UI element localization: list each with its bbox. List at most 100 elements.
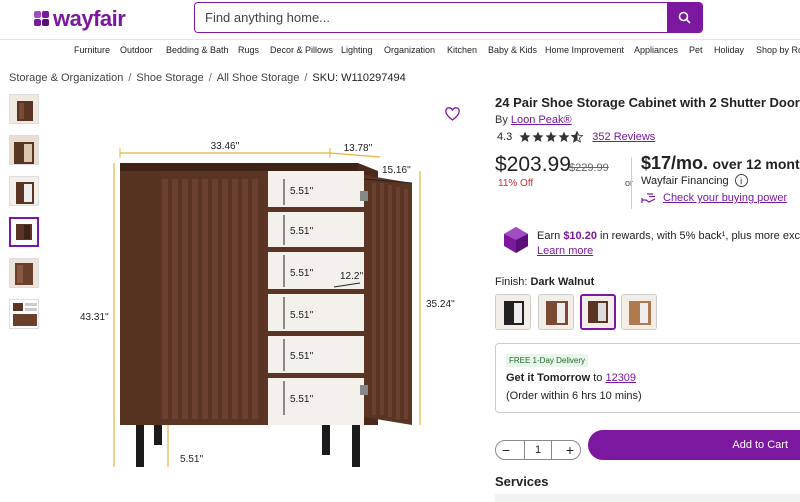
- services-panel: [495, 494, 800, 502]
- quantity-stepper: − 1 +: [495, 440, 581, 460]
- finish-swatch-black[interactable]: [495, 294, 531, 330]
- finish-swatch-rustic-brown[interactable]: [538, 294, 574, 330]
- free-delivery-badge: FREE 1-Day Delivery: [506, 354, 589, 367]
- star-half-icon: [571, 131, 584, 143]
- thumbnail-6[interactable]: [9, 299, 39, 329]
- financing-row: Wayfair Financing i: [641, 174, 748, 187]
- dim-width-label: 33.46'': [211, 141, 240, 152]
- search-input[interactable]: [195, 3, 667, 32]
- star-rating: [519, 131, 584, 143]
- monthly-amount: $17/mo.: [641, 153, 709, 173]
- finish-swatch-oak[interactable]: [621, 294, 657, 330]
- delivery-box: FREE 1-Day Delivery Get it Tomorrow to 1…: [495, 343, 800, 413]
- earn-amount: $10.20: [563, 230, 597, 242]
- decrement-button[interactable]: −: [502, 443, 510, 457]
- order-within: (Order within 6 hrs 10 mins): [506, 390, 642, 402]
- earn-suffix: in rewards, with 5% back¹, plus more exc…: [600, 230, 800, 242]
- earn-prefix: Earn: [537, 230, 561, 242]
- dim-shelf-6: 5.51'': [290, 394, 313, 405]
- finish-label: Finish:: [495, 276, 528, 288]
- increment-button[interactable]: +: [566, 443, 574, 457]
- breadcrumb-separator: /: [128, 72, 132, 84]
- nav-item-home-improvement[interactable]: Home Improvement: [545, 45, 624, 55]
- quantity-value[interactable]: 1: [524, 440, 552, 460]
- breadcrumb-separator: /: [304, 72, 308, 84]
- was-price: $229.99: [569, 162, 609, 174]
- favorite-heart-icon[interactable]: [445, 107, 460, 121]
- dim-shelf-5: 5.51'': [290, 351, 313, 362]
- brand-link[interactable]: Loon Peak®: [511, 114, 572, 126]
- by-label: By: [495, 114, 508, 126]
- nav-item-lighting[interactable]: Lighting: [341, 45, 373, 55]
- thumbnail-5[interactable]: [9, 258, 39, 288]
- star-icon: [558, 131, 570, 142]
- breadcrumb-link[interactable]: All Shoe Storage: [217, 72, 300, 84]
- get-it-label: Get it Tomorrow: [506, 372, 591, 384]
- finish-swatch-dark-walnut-selected[interactable]: [580, 294, 616, 330]
- search-icon: [678, 11, 691, 24]
- site-header: wayfair: [0, 0, 800, 40]
- search-button[interactable]: [667, 3, 702, 32]
- discount-badge: 11% Off: [498, 178, 534, 189]
- nav-item-shop-by-room[interactable]: Shop by Ro: [756, 45, 800, 55]
- zip-code-link[interactable]: 12309: [605, 372, 636, 384]
- wayfair-logo[interactable]: wayfair: [34, 6, 126, 32]
- rewards-text: Earn $10.20 in rewards, with 5% back¹, p…: [537, 230, 800, 242]
- product-main-image: 33.46'' 13.78'' 5.51'' 5.51'' 5.51'' 5.5…: [80, 141, 455, 467]
- finish-value: Dark Walnut: [530, 276, 595, 288]
- services-heading: Services: [495, 474, 549, 489]
- nav-item-appliances[interactable]: Appliances: [634, 45, 678, 55]
- breadcrumb: Storage & Organization / Shoe Storage / All …: [9, 72, 406, 84]
- breadcrumb-link[interactable]: Storage & Organization: [9, 72, 123, 84]
- nav-item-kitchen[interactable]: Kitchen: [447, 45, 477, 55]
- learn-more-link[interactable]: Learn more: [537, 245, 593, 257]
- dim-shelf-2: 5.51'': [290, 226, 313, 237]
- monthly-price: $17/mo. over 12 months or: [641, 153, 800, 174]
- dim-total-height: 43.31'': [80, 312, 109, 323]
- to-label: to: [593, 372, 603, 384]
- nav-item-outdoor[interactable]: Outdoor: [120, 45, 153, 55]
- thumbnail-4-selected[interactable]: [9, 217, 39, 247]
- star-icon: [532, 131, 544, 142]
- star-icon: [519, 131, 531, 142]
- nav-item-rugs[interactable]: Rugs: [238, 45, 259, 55]
- nav-item-holiday[interactable]: Holiday: [714, 45, 744, 55]
- sale-price: $203.99: [495, 153, 571, 176]
- delivery-date: Get it Tomorrow to 12309: [506, 372, 636, 384]
- price-divider: [631, 157, 632, 209]
- nav-item-organization[interactable]: Organization: [384, 45, 435, 55]
- sku-label: SKU: W110297494: [312, 72, 406, 84]
- search-bar: [194, 2, 703, 33]
- product-title: 24 Pair Shoe Storage Cabinet with 2 Shut…: [495, 95, 800, 110]
- rating-value: 4.3: [497, 131, 513, 143]
- logo-text: wayfair: [53, 6, 126, 31]
- dim-body-height: 35.24'': [426, 299, 455, 310]
- finish-label-row: Finish: Dark Walnut: [495, 276, 594, 288]
- thumbnail-2[interactable]: [9, 135, 39, 165]
- check-buying-power-label: Check your buying power: [663, 192, 788, 204]
- dim-shelf-1: 5.51'': [290, 186, 313, 197]
- nav-item-pet[interactable]: Pet: [689, 45, 703, 55]
- monthly-term: over 12 months: [712, 156, 800, 172]
- dim-shelf-width: 12.2'': [340, 271, 363, 282]
- info-icon[interactable]: i: [734, 174, 748, 187]
- thumbnail-3[interactable]: [9, 176, 39, 206]
- brand-line: By Loon Peak®: [495, 114, 572, 126]
- dim-shelf-4: 5.51'': [290, 310, 313, 321]
- nav-item-decor-pillows[interactable]: Decor & Pillows: [270, 45, 333, 55]
- nav-item-bedding-bath[interactable]: Bedding & Bath: [166, 45, 229, 55]
- check-buying-power-link[interactable]: Check your buying power: [641, 192, 787, 204]
- nav-item-furniture[interactable]: Furniture: [74, 45, 110, 55]
- add-to-cart-button[interactable]: Add to Cart: [588, 430, 800, 460]
- dim-shelf-3: 5.51'': [290, 268, 313, 279]
- breadcrumb-separator: /: [208, 72, 212, 84]
- star-icon: [545, 131, 557, 142]
- dim-leg-height: 5.51'': [180, 454, 203, 465]
- logo-mark-icon: [34, 11, 50, 27]
- breadcrumb-link[interactable]: Shoe Storage: [136, 72, 203, 84]
- reviews-link[interactable]: 352 Reviews: [592, 131, 655, 143]
- nav-item-baby-kids[interactable]: Baby & Kids: [488, 45, 537, 55]
- thumbnail-1[interactable]: [9, 94, 39, 124]
- financing-label: Wayfair Financing: [641, 174, 729, 187]
- category-nav: Furniture Outdoor Bedding & Bath Rugs De…: [0, 41, 800, 63]
